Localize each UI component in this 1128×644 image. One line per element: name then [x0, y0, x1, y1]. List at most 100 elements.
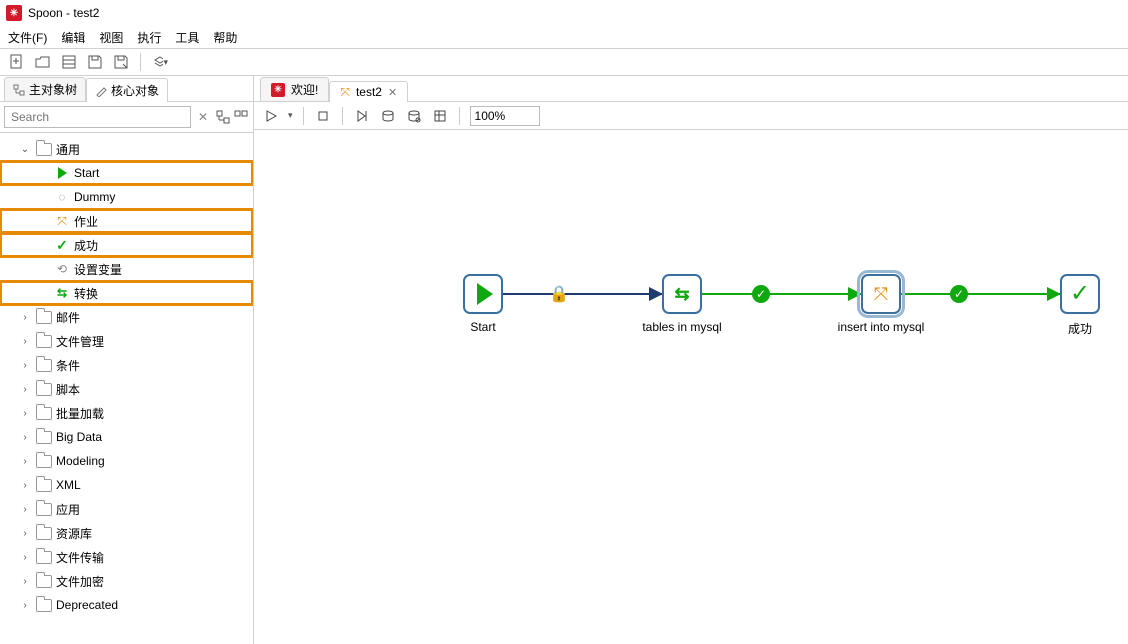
tree-item-job[interactable]: ⤧ 作业	[0, 209, 253, 233]
tree-folder-utility[interactable]: ›应用	[0, 497, 253, 521]
object-tree[interactable]: ⌄ 通用 Start ◌ Dummy	[0, 133, 253, 644]
tree-item-transformation[interactable]: ⇆ 转换	[0, 281, 253, 305]
sidebar-search-row: ✕	[0, 102, 253, 133]
menu-tools[interactable]: 工具	[175, 29, 199, 46]
search-input[interactable]	[4, 106, 191, 128]
tree-folder-general[interactable]: ⌄ 通用	[0, 137, 253, 161]
node-insert-into-mysql[interactable]: ⤧	[861, 274, 901, 314]
save-button[interactable]	[86, 53, 104, 71]
transformation-icon: ⇆	[54, 285, 70, 301]
chevron-right-icon: ›	[18, 432, 32, 443]
folder-icon	[36, 551, 52, 564]
tree-folder-label: 应用	[56, 501, 80, 518]
tab-core-objects[interactable]: 核心对象	[86, 78, 168, 102]
close-tab-button[interactable]: ✕	[388, 86, 397, 99]
app-icon: ✳	[6, 5, 22, 21]
tree-folder-general-label: 通用	[56, 141, 80, 158]
node-start-label: Start	[470, 320, 495, 334]
folder-icon	[36, 383, 52, 396]
variables-icon: ⟲	[54, 261, 70, 277]
chevron-right-icon: ›	[18, 576, 32, 587]
content-area: ✳ 欢迎! ⤧ test2 ✕ ▾	[254, 76, 1128, 644]
folder-icon	[36, 455, 52, 468]
tree-folder-repository[interactable]: ›资源库	[0, 521, 253, 545]
node-tables-label: tables in mysql	[642, 320, 721, 334]
spoon-small-icon: ✳	[271, 83, 285, 97]
transformation-icon: ⇆	[674, 285, 689, 303]
explore-db-button[interactable]	[405, 107, 423, 125]
show-results-button[interactable]	[431, 107, 449, 125]
hop-insert-to-success[interactable]	[901, 293, 1060, 295]
tab-test2-label: test2	[356, 85, 382, 99]
tree-item-start[interactable]: Start	[0, 161, 253, 185]
menu-run[interactable]: 执行	[137, 29, 161, 46]
titlebar: ✳ Spoon - test2	[0, 0, 1128, 26]
folder-icon	[36, 143, 52, 156]
tree-folder-label: Deprecated	[56, 598, 118, 612]
main-area: 主对象树 核心对象 ✕ ⌄ 通用	[0, 76, 1128, 644]
toolbar-separator	[303, 107, 304, 125]
tree-folder-scripting[interactable]: ›脚本	[0, 377, 253, 401]
tree-folder-label: Modeling	[56, 454, 105, 468]
tab-test2[interactable]: ⤧ test2 ✕	[329, 81, 408, 102]
menu-view[interactable]: 视图	[99, 29, 123, 46]
node-success[interactable]: ✓	[1060, 274, 1100, 314]
tree-folder-bulk-loading[interactable]: › 批量加载	[0, 401, 253, 425]
replay-button[interactable]	[353, 107, 371, 125]
hop-start-to-tables[interactable]	[503, 293, 662, 295]
job-icon: ⤧	[874, 285, 888, 303]
tree-folder-label: 脚本	[56, 381, 80, 398]
open-file-button[interactable]	[34, 53, 52, 71]
tree-folder-label: 文件管理	[56, 333, 104, 350]
chevron-right-icon: ›	[18, 408, 32, 419]
menu-file[interactable]: 文件(F)	[8, 29, 47, 46]
tree-item-dummy[interactable]: ◌ Dummy	[0, 185, 253, 209]
tree-folder-mail[interactable]: ›邮件	[0, 305, 253, 329]
chevron-right-icon: ›	[18, 312, 32, 323]
new-file-button[interactable]	[8, 53, 26, 71]
tree-folder-conditions[interactable]: ›条件	[0, 353, 253, 377]
collapse-all-button[interactable]	[233, 109, 249, 125]
perspective-button[interactable]: ▾	[151, 53, 169, 71]
toolbar-separator	[459, 107, 460, 125]
tab-main-object-tree[interactable]: 主对象树	[4, 77, 86, 101]
job-icon: ⤧	[54, 213, 70, 229]
tree-folder-deprecated[interactable]: › Deprecated	[0, 593, 253, 617]
tab-welcome[interactable]: ✳ 欢迎!	[260, 77, 329, 101]
folder-icon	[36, 575, 52, 588]
tree-item-start-label: Start	[74, 166, 99, 180]
tree-folder-modeling[interactable]: ›Modeling	[0, 449, 253, 473]
hop-tables-to-insert[interactable]	[702, 293, 861, 295]
chevron-right-icon: ›	[18, 600, 32, 611]
run-dropdown-icon[interactable]: ▾	[288, 110, 293, 121]
toolbar-separator	[342, 107, 343, 125]
explore-button[interactable]	[60, 53, 78, 71]
menu-help[interactable]: 帮助	[213, 29, 237, 46]
chevron-right-icon: ›	[18, 360, 32, 371]
tab-welcome-label: 欢迎!	[291, 81, 318, 98]
tree-icon	[13, 84, 25, 96]
tree-folder-label: 批量加载	[56, 405, 104, 422]
tree-folder-file-encryption[interactable]: ›文件加密	[0, 569, 253, 593]
tree-item-success[interactable]: ✓ 成功	[0, 233, 253, 257]
tree-folder-file-transfer[interactable]: ›文件传输	[0, 545, 253, 569]
sql-button[interactable]	[379, 107, 397, 125]
stop-button[interactable]	[314, 107, 332, 125]
job-canvas[interactable]: 🔒 ✓ ✓ Start ⇆ tables in mysql ⤧ insert i…	[254, 130, 1128, 644]
zoom-select[interactable]	[470, 106, 540, 126]
clear-search-button[interactable]: ✕	[195, 110, 211, 124]
chevron-right-icon: ›	[18, 552, 32, 563]
menu-edit[interactable]: 编辑	[61, 29, 85, 46]
expand-all-button[interactable]	[215, 109, 231, 125]
tree-folder-xml[interactable]: ›XML	[0, 473, 253, 497]
tree-folder-file-management[interactable]: ›文件管理	[0, 329, 253, 353]
save-as-button[interactable]	[112, 53, 130, 71]
node-start[interactable]	[463, 274, 503, 314]
lock-icon: 🔒	[549, 284, 569, 304]
tree-item-set-variables[interactable]: ⟲ 设置变量	[0, 257, 253, 281]
node-tables-in-mysql[interactable]: ⇆	[662, 274, 702, 314]
tree-folder-big-data[interactable]: ›Big Data	[0, 425, 253, 449]
folder-icon	[36, 431, 52, 444]
tab-main-object-tree-label: 主对象树	[29, 81, 77, 98]
run-button[interactable]	[262, 107, 280, 125]
